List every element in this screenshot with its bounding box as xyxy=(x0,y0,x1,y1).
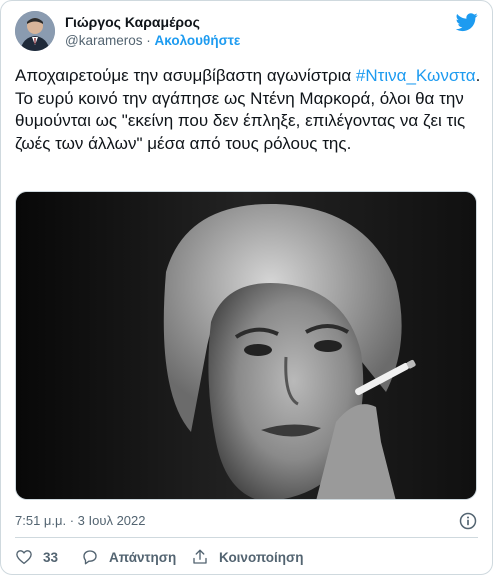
reply-label: Απάντηση xyxy=(109,549,177,565)
follow-link[interactable]: Ακολουθήστε xyxy=(155,33,241,48)
portrait-photo xyxy=(16,192,476,499)
handle-separator: · xyxy=(146,33,151,48)
tweet-meta: 7:51 μ.μ. · 3 Ιουλ 2022 xyxy=(15,511,478,531)
author-handle[interactable]: @karameros xyxy=(65,33,142,48)
share-button[interactable]: Κοινοποίηση xyxy=(191,546,304,568)
info-icon[interactable] xyxy=(458,511,478,531)
heart-icon xyxy=(16,550,32,565)
tweet-timestamp[interactable]: 7:51 μ.μ. · 3 Ιουλ 2022 xyxy=(15,513,146,528)
divider xyxy=(15,537,478,538)
reply-icon xyxy=(83,550,97,565)
hashtag-link[interactable]: #Ντινα_Κωνστα xyxy=(356,66,476,85)
tweet-embed-card: Γιώργος Καραμέρος @karameros · Ακολουθήσ… xyxy=(0,0,493,575)
author-names: Γιώργος Καραμέρος @karameros · Ακολουθήσ… xyxy=(65,13,240,50)
tweet-text: Αποχαιρετούμε την ασυμβίβαστη αγωνίστρια… xyxy=(15,65,485,155)
like-count: 33 xyxy=(43,549,59,565)
like-button[interactable]: 33 xyxy=(15,546,58,568)
author-avatar[interactable] xyxy=(15,11,55,51)
reply-button[interactable]: Απάντηση xyxy=(81,546,176,568)
share-label: Κοινοποίηση xyxy=(219,549,304,565)
author-display-name[interactable]: Γιώργος Καραμέρος xyxy=(65,13,240,31)
tweet-photo[interactable] xyxy=(15,191,477,500)
share-icon xyxy=(193,549,207,564)
tweet-text-start: Αποχαιρετούμε την ασυμβίβαστη αγωνίστρια xyxy=(15,66,356,85)
author-handle-row: @karameros · Ακολουθήστε xyxy=(65,32,240,50)
tweet-header: Γιώργος Καραμέρος @karameros · Ακολουθήσ… xyxy=(15,11,478,55)
twitter-bird-icon[interactable] xyxy=(456,11,478,33)
